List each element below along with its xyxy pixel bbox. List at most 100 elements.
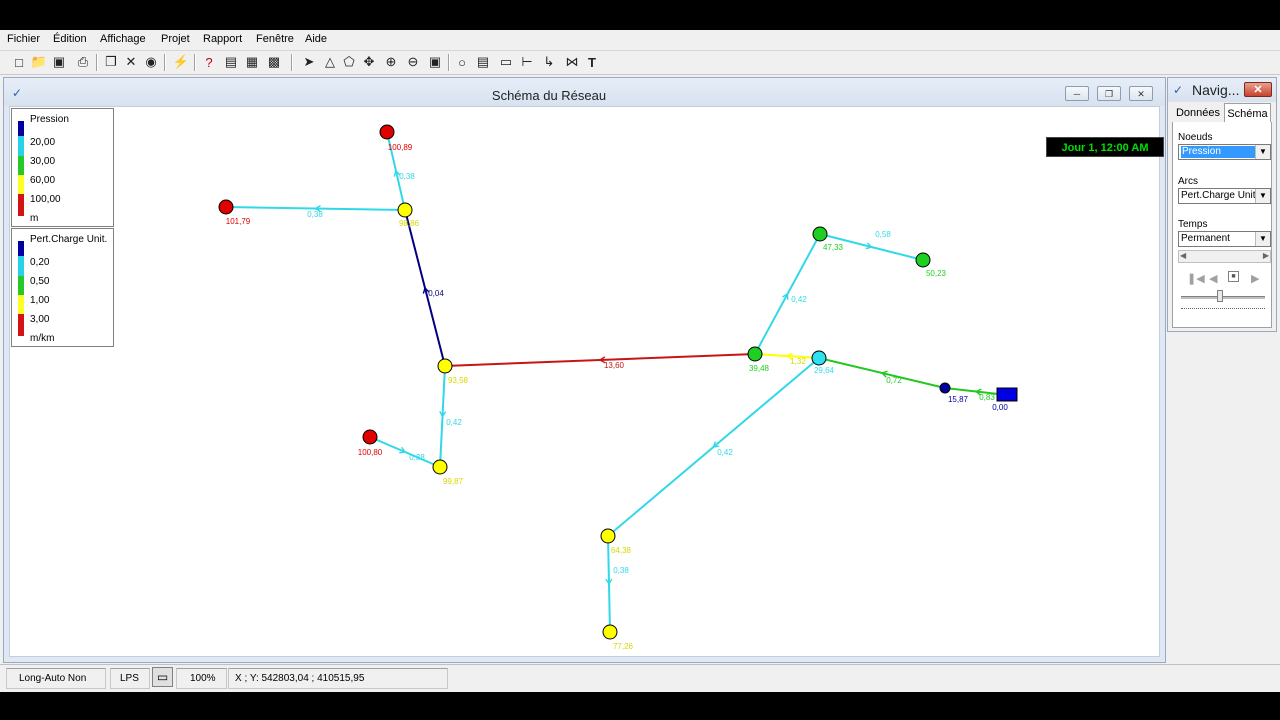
link-value-label: 0,38 <box>399 172 415 181</box>
menu-report[interactable]: Rapport <box>203 33 242 45</box>
speed-slider-ticks <box>1181 308 1265 312</box>
node-value-label: 0,00 <box>992 403 1008 412</box>
network-map-window: ✓ Schéma du Réseau ─ ❐ ✕ Pression 20,00 … <box>3 77 1166 663</box>
junction-node[interactable] <box>437 358 453 374</box>
speed-slider-thumb[interactable] <box>1217 290 1223 302</box>
minimize-button[interactable]: ─ <box>1065 86 1089 101</box>
browser-titlebar[interactable]: ✓ Navig... ✕ <box>1168 78 1276 102</box>
network-map-canvas[interactable]: Pression 20,00 30,00 60,00 100,00 m Pert… <box>9 106 1164 657</box>
junction-node[interactable] <box>218 199 234 215</box>
chevron-down-icon: ▼ <box>1255 232 1270 246</box>
select-arrow-icon[interactable]: ➤ <box>300 53 318 71</box>
restore-button[interactable]: ❐ <box>1097 86 1121 101</box>
node-value-label: 50,23 <box>926 269 947 278</box>
links-select[interactable]: Pert.Charge Unit ▼ <box>1178 188 1271 204</box>
links-select-value: Pert.Charge Unit <box>1181 190 1256 201</box>
junction-node[interactable] <box>915 252 931 268</box>
speed-slider-track[interactable] <box>1181 296 1265 299</box>
junction-node[interactable] <box>747 346 763 362</box>
node-value-label: 99,87 <box>443 477 464 486</box>
menu-bar: Fichier Édition Affichage Projet Rapport… <box>0 30 1280 51</box>
status-coordinates: X ; Y: 542803,04 ; 410515,95 <box>228 668 448 689</box>
link-value-label: 0,38 <box>409 453 425 462</box>
link-value-label: 0,38 <box>613 566 629 575</box>
find-icon[interactable]: ◉ <box>142 53 160 71</box>
menu-edit[interactable]: Édition <box>53 33 87 45</box>
options-icon[interactable]: ▩ <box>265 53 283 71</box>
full-extent-icon[interactable]: ▣ <box>426 53 444 71</box>
junction-node[interactable] <box>939 382 951 394</box>
add-junction-icon[interactable]: ○ <box>453 53 471 71</box>
add-label-icon[interactable]: T <box>583 53 601 71</box>
junction-node[interactable] <box>811 350 827 366</box>
time-select-value: Permanent <box>1181 233 1230 244</box>
zoom-out-icon[interactable]: ⊖ <box>404 53 422 71</box>
network-drawing[interactable]: 0,38 0,38 0,04 13,60 0,42 0,38 0,42 0,58 1,32 0,7… <box>10 107 1159 656</box>
node-value-label: 100,89 <box>388 143 413 152</box>
link-value-label: 0,42 <box>791 295 807 304</box>
run-icon[interactable]: ⚡ <box>172 53 190 71</box>
new-file-icon[interactable]: □ <box>10 53 28 71</box>
time-label: Temps <box>1178 219 1208 230</box>
stop-icon[interactable]: ■ <box>1228 271 1239 282</box>
node-value-label: 98,86 <box>399 219 420 228</box>
table-icon[interactable]: ▦ <box>243 53 261 71</box>
nodes-label: Noeuds <box>1178 132 1213 143</box>
tab-map[interactable]: Schéma <box>1224 103 1271 123</box>
link-value-label: 0,38 <box>307 210 323 219</box>
link-value-label: 13,60 <box>604 361 625 370</box>
browser-title: Navig... <box>1192 82 1240 98</box>
node-value-label: 39,48 <box>749 364 770 373</box>
add-pump-icon[interactable]: ↳ <box>540 53 558 71</box>
forward-icon[interactable]: ▶ <box>1251 272 1259 285</box>
add-valve-icon[interactable]: ⋈ <box>563 53 581 71</box>
save-icon[interactable]: ▣ <box>50 53 68 71</box>
print-icon[interactable]: ⎙ <box>74 53 92 71</box>
junction-node[interactable] <box>432 459 448 475</box>
junction-node[interactable] <box>602 624 618 640</box>
link-value-label: 1,32 <box>790 357 806 366</box>
node-value-label: 77,26 <box>613 642 634 651</box>
reservoir-node[interactable] <box>996 387 1018 402</box>
select-region-icon[interactable]: ⬠ <box>340 53 358 71</box>
scroll-right-icon[interactable]: ▶ <box>1263 251 1269 260</box>
graph-icon[interactable]: ▤ <box>222 53 240 71</box>
menu-help[interactable]: Aide <box>305 33 327 45</box>
run-status-icon: ▭ <box>152 667 173 687</box>
copy-icon[interactable]: ❐ <box>102 53 120 71</box>
junction-node[interactable] <box>362 429 378 445</box>
junction-node[interactable] <box>812 226 828 242</box>
menu-window[interactable]: Fenêtre <box>256 33 294 45</box>
menu-view[interactable]: Affichage <box>100 33 146 45</box>
delete-icon[interactable]: ✕ <box>122 53 140 71</box>
select-vertex-icon[interactable]: △ <box>321 53 339 71</box>
node-value-label: 100,80 <box>358 448 383 457</box>
map-titlebar[interactable]: ✓ Schéma du Réseau ─ ❐ ✕ <box>4 78 1165 106</box>
close-button[interactable]: ✕ <box>1129 86 1153 101</box>
nodes-select[interactable]: Pression ▼ <box>1178 144 1271 160</box>
open-folder-icon[interactable]: 📁 <box>30 53 48 71</box>
add-reservoir-icon[interactable]: ▤ <box>474 53 492 71</box>
zoom-in-icon[interactable]: ⊕ <box>382 53 400 71</box>
add-tank-icon[interactable]: ▭ <box>497 53 515 71</box>
scroll-left-icon[interactable]: ◀ <box>1180 251 1186 260</box>
back-icon[interactable]: ◀ <box>1209 272 1217 285</box>
browser-close-button[interactable]: ✕ <box>1244 82 1272 97</box>
rewind-icon[interactable]: ❚◀ <box>1187 272 1205 285</box>
query-icon[interactable]: ? <box>200 53 218 71</box>
junction-node[interactable] <box>379 124 395 140</box>
link-value-label: 0,72 <box>886 376 902 385</box>
menu-project[interactable]: Projet <box>161 33 190 45</box>
browser-panel: ✓ Navig... ✕ Données Schéma Noeuds Press… <box>1167 77 1277 332</box>
pan-icon[interactable]: ✥ <box>360 53 378 71</box>
time-select[interactable]: Permanent ▼ <box>1178 231 1271 247</box>
tab-data[interactable]: Données <box>1172 103 1224 123</box>
junction-node[interactable] <box>397 202 413 218</box>
junction-node[interactable] <box>600 528 616 544</box>
links-label: Arcs <box>1178 176 1198 187</box>
time-scrollbar[interactable]: ◀ ▶ <box>1178 250 1271 263</box>
chevron-down-icon: ▼ <box>1255 145 1270 159</box>
add-pipe-icon[interactable]: ⊢ <box>518 53 536 71</box>
node-value-label: 101,79 <box>226 217 251 226</box>
menu-file[interactable]: Fichier <box>7 33 40 45</box>
